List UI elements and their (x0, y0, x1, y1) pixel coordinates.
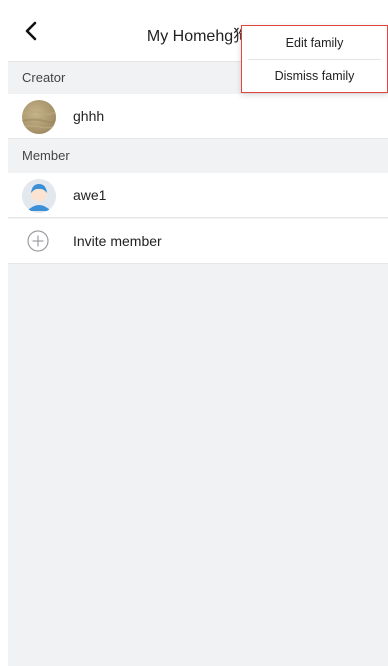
creator-avatar (22, 100, 56, 134)
creator-name: ghhh (73, 108, 105, 124)
family-detail-screen: My Homehg狗 Creator ghhh Member awe1 Invi… (8, 0, 388, 666)
creator-row[interactable]: ghhh (8, 94, 388, 139)
member-name: awe1 (73, 187, 107, 203)
family-options-menu: Edit family Dismiss family (241, 25, 388, 93)
invite-member-label: Invite member (73, 233, 162, 249)
dismiss-family-menu-item[interactable]: Dismiss family (242, 60, 387, 92)
back-button[interactable] (18, 18, 44, 44)
chevron-left-icon (25, 21, 37, 41)
member-row[interactable]: awe1 (8, 173, 388, 218)
add-circle-icon (27, 230, 49, 252)
edit-family-menu-item[interactable]: Edit family (242, 27, 387, 59)
photo-avatar-icon (22, 110, 56, 129)
invite-member-row[interactable]: Invite member (8, 219, 388, 264)
member-avatar (22, 179, 56, 213)
person-avatar-icon (22, 179, 56, 213)
member-section-header: Member (8, 140, 388, 172)
